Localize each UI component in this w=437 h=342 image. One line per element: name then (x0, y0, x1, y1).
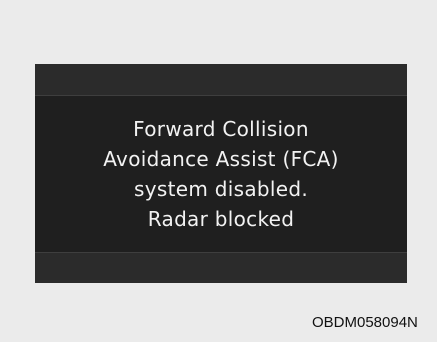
display-bottom-bar (35, 252, 407, 283)
cluster-display: Forward Collision Avoidance Assist (FCA)… (35, 64, 407, 283)
warning-message-line-3: system disabled. (134, 177, 308, 201)
warning-message: Forward Collision Avoidance Assist (FCA)… (35, 96, 407, 252)
image-code-caption: OBDM058094N (312, 314, 418, 331)
warning-message-line-2: Avoidance Assist (FCA) (103, 147, 339, 171)
warning-message-line-1: Forward Collision (133, 117, 309, 141)
display-top-bar (35, 64, 407, 96)
warning-message-line-4: Radar blocked (147, 207, 295, 231)
